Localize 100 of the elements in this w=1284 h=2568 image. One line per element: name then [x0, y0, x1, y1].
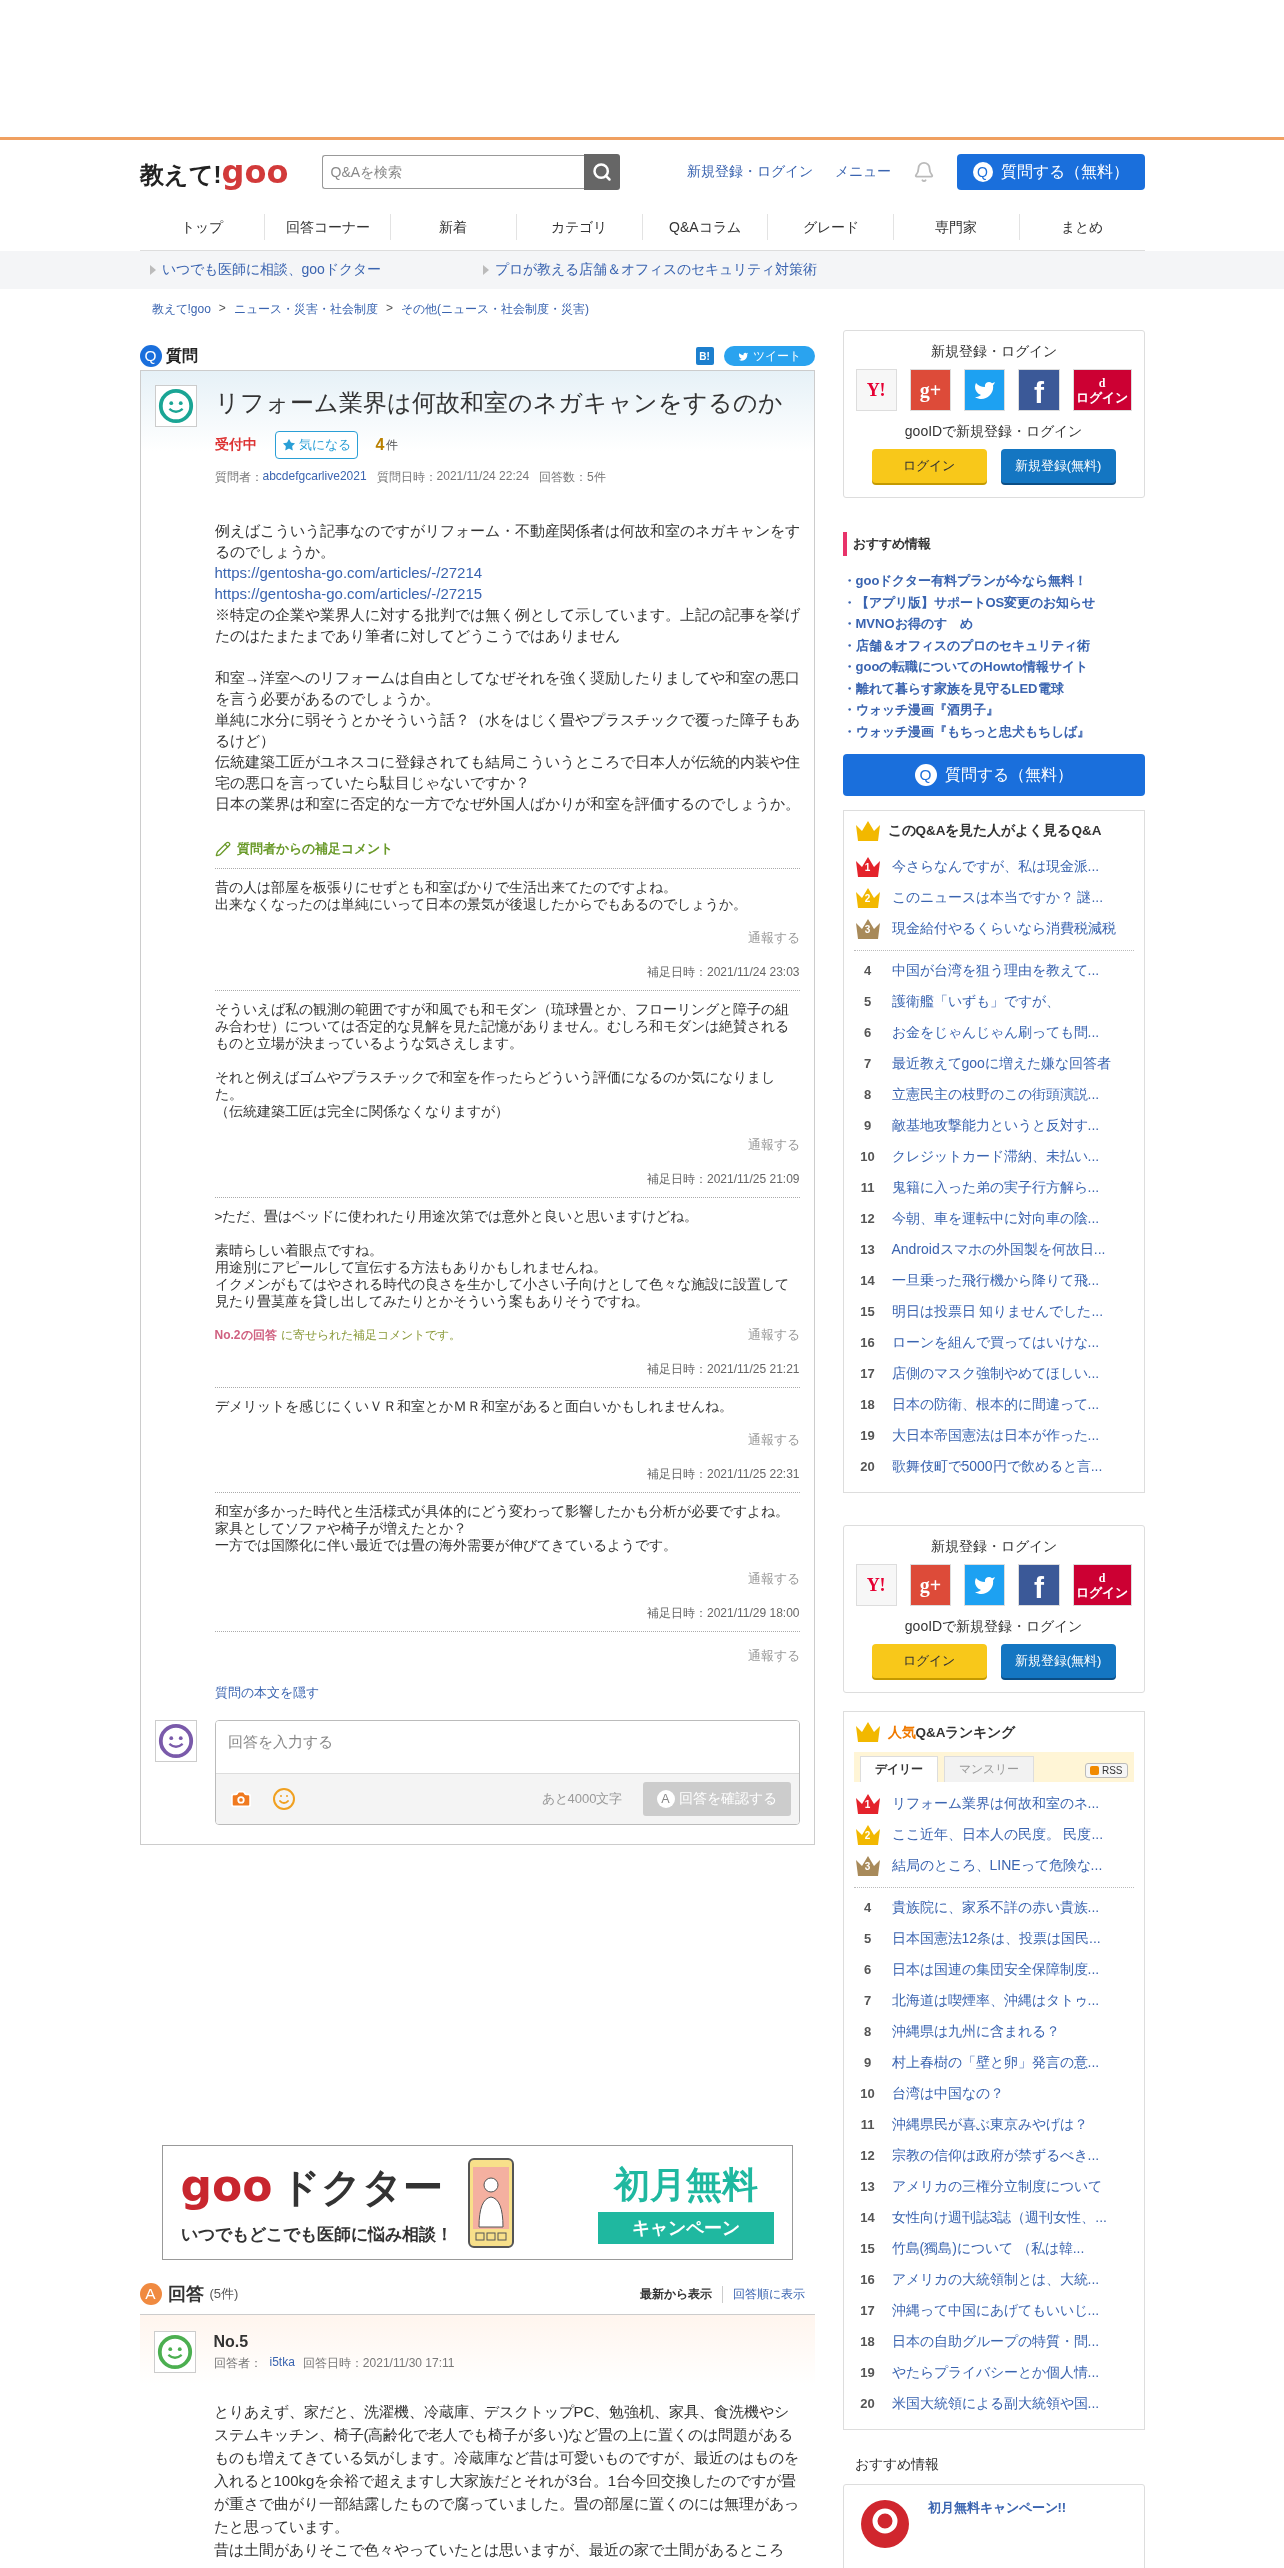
- nav-item[interactable]: まとめ: [1018, 214, 1145, 240]
- recommend-link[interactable]: ・店舗＆オフィスのプロのセキュリティ術: [842, 634, 1145, 656]
- yahoo-login-button[interactable]: Y!: [855, 369, 897, 411]
- recommend-link[interactable]: ・【アプリ版】サポートOS変更のお知らせ: [842, 591, 1145, 613]
- ranking-link[interactable]: 最近教えてgooに増えた嫌な回答者: [891, 1054, 1111, 1073]
- docomo-login-button[interactable]: d ログイン: [1072, 1564, 1132, 1606]
- ranking-link[interactable]: 竹島(獨島)について （私は韓...: [891, 2239, 1085, 2258]
- docomo-login-button[interactable]: d ログイン: [1072, 369, 1132, 411]
- recommend-title[interactable]: 初月無料キャンペーン!!: [927, 2499, 1067, 2568]
- nav-item[interactable]: 新着: [390, 214, 516, 240]
- promo-link[interactable]: プロが教える店舗＆オフィスのセキュリティ対策術: [494, 261, 817, 279]
- ranking-link[interactable]: 鬼籍に入った弟の実子行方解ら...: [891, 1178, 1100, 1197]
- ranking-link[interactable]: 歌舞伎町で5000円で飲めると言...: [891, 1457, 1103, 1476]
- ranking-link[interactable]: Androidスマホの外国製を何故日...: [891, 1240, 1106, 1259]
- ranking-link[interactable]: クレジットカード滞納、未払い...: [891, 1147, 1100, 1166]
- yahoo-login-button[interactable]: Y!: [855, 1564, 897, 1606]
- hide-question-link[interactable]: 質問の本文を隠す: [214, 1684, 800, 1702]
- ranking-link[interactable]: 日本の防衛、根本的に間違って...: [891, 1395, 1100, 1414]
- ranking-link[interactable]: 北海道は喫煙率、沖縄はタトゥ...: [891, 1991, 1100, 2010]
- recommend-card[interactable]: 初月無料キャンペーン!!: [842, 2484, 1145, 2568]
- smile-icon[interactable]: [271, 1787, 296, 1811]
- nav-item[interactable]: Q&Aコラム: [641, 214, 768, 240]
- search-field[interactable]: Q&Aを検索: [321, 155, 584, 189]
- header-link[interactable]: メニュー: [834, 163, 891, 181]
- question-text: 例えばこういう記事なのですがリフォーム・不動産関係者は何故和室のネガキャンをするのでしょうか。: [214, 521, 800, 562]
- nav-item[interactable]: 専門家: [893, 214, 1019, 240]
- register-button[interactable]: 新規登録(無料): [1000, 1644, 1116, 1678]
- ranking-link[interactable]: 村上春樹の「壁と卵」発言の意...: [891, 2053, 1100, 2072]
- breadcrumb-link[interactable]: その他(ニュース・社会制度・災害): [400, 301, 589, 318]
- ask-question-button[interactable]: Q 質問する（無料）: [956, 154, 1145, 190]
- ranking-link[interactable]: アメリカの三権分立制度について: [891, 2177, 1102, 2196]
- recommend-link[interactable]: ・離れて暮らす家族を見守るLED電球: [842, 677, 1145, 699]
- ranking-link[interactable]: 宗教の信仰は政府が禁ずるべき...: [891, 2146, 1100, 2165]
- ranking-link[interactable]: 米国大統領による副大統領や国...: [891, 2394, 1100, 2413]
- facebook-login-button[interactable]: f: [1018, 1564, 1060, 1606]
- register-button[interactable]: 新規登録(無料): [1000, 449, 1116, 483]
- twitter-login-button[interactable]: [964, 369, 1006, 411]
- ranking-link[interactable]: 台湾は中国なの？: [891, 2084, 1004, 2103]
- google-login-button[interactable]: g+: [909, 1564, 952, 1606]
- user-link[interactable]: i5tka: [269, 2355, 295, 2372]
- ranking-link[interactable]: お金をじゃんじゃん刷っても問...: [891, 1023, 1100, 1042]
- recommend-link[interactable]: ・gooの転職についてのHowto情報サイト: [842, 656, 1145, 678]
- ranking-tab[interactable]: デイリー: [859, 1756, 938, 1782]
- article-link[interactable]: https://gentosha-go.com/articles/-/27215: [214, 583, 800, 604]
- hatena-bookmark-button[interactable]: B!: [695, 347, 714, 365]
- ranking-link[interactable]: ここ近年、日本人の民度。 民度...: [891, 1825, 1104, 1844]
- ranking-link[interactable]: 一旦乗った飛行機から降りて飛...: [891, 1271, 1100, 1290]
- ranking-link[interactable]: 貴族院に、家系不詳の赤い貴族...: [891, 1898, 1100, 1917]
- recommend-link[interactable]: ・ウォッチ漫画『もちっと忠犬もちしば』: [842, 720, 1145, 742]
- rss-button[interactable]: RSS: [1084, 1763, 1128, 1778]
- ranking-link[interactable]: 沖縄って中国にあげてもいいじ...: [891, 2301, 1100, 2320]
- ranking-link[interactable]: 結局のところ、LINEって危険な...: [891, 1856, 1103, 1875]
- ranking-link[interactable]: 日本国憲法12条は、投票は国民...: [891, 1929, 1101, 1948]
- recommend-link[interactable]: ・MVNOお得のす め: [842, 613, 1145, 635]
- ranking-link[interactable]: 女性向け週刊誌3誌（週刊女性、...: [891, 2208, 1107, 2227]
- doctor-banner[interactable]: goo ドクター いつでもどこでも医師に悩み相談！ 初月無料 キャンペーン: [161, 2145, 793, 2260]
- ranking-link[interactable]: このニュースは本当ですか？ 謎...: [891, 888, 1104, 907]
- ranking-link[interactable]: 立憲民主の枝野のこの街頭演説...: [891, 1085, 1100, 1104]
- login-button[interactable]: ログイン: [871, 449, 987, 483]
- ranking-link[interactable]: 中国が台湾を狙う理由を教えて...: [891, 961, 1100, 980]
- search-button[interactable]: [583, 154, 620, 190]
- ranking-link[interactable]: 大日本帝国憲法は日本が作った...: [891, 1426, 1100, 1445]
- breadcrumb-link[interactable]: 教えて!goo: [151, 301, 211, 318]
- ranking-link[interactable]: ローンを組んで買ってはいけな...: [891, 1333, 1100, 1352]
- nav-item[interactable]: トップ: [139, 214, 265, 240]
- bell-icon[interactable]: [912, 161, 935, 183]
- google-login-button[interactable]: g+: [909, 369, 952, 411]
- facebook-login-button[interactable]: f: [1018, 369, 1060, 411]
- recommend-link[interactable]: ・ウォッチ漫画『酒男子』: [842, 699, 1145, 721]
- ranking-link[interactable]: 店側のマスク強制やめてほしい...: [891, 1364, 1100, 1383]
- ranking-link[interactable]: リフォーム業界は何故和室のネ...: [891, 1794, 1100, 1813]
- camera-icon[interactable]: [229, 1788, 252, 1810]
- ranking-link[interactable]: 日本は国連の集団安全保障制度...: [891, 1960, 1100, 1979]
- promo-link[interactable]: いつでも医師に相談、gooドクター: [161, 261, 381, 279]
- breadcrumb-link[interactable]: ニュース・災害・社会制度: [233, 301, 378, 318]
- article-link[interactable]: https://gentosha-go.com/articles/-/27214: [214, 562, 800, 583]
- header-link[interactable]: 新規登録・ログイン: [686, 163, 813, 181]
- ranking-link[interactable]: 日本の自助グループの特質・問...: [891, 2332, 1100, 2351]
- ranking-link[interactable]: 敵基地攻撃能力というと反対す...: [891, 1116, 1100, 1135]
- sort-link[interactable]: 回答順に表示: [721, 2285, 815, 2303]
- ranking-link[interactable]: 明日は投票日 知りませんでした...: [891, 1302, 1104, 1321]
- sort-link[interactable]: 最新から表示: [629, 2285, 722, 2303]
- ask-question-button[interactable]: Q 質問する（無料）: [842, 754, 1145, 796]
- nav-item[interactable]: カテゴリ: [515, 214, 642, 240]
- ranking-link[interactable]: 今朝、車を運転中に対向車の陰...: [891, 1209, 1100, 1228]
- twitter-login-button[interactable]: [964, 1564, 1006, 1606]
- answer-link[interactable]: No.2の回答: [214, 1327, 277, 1343]
- user-link[interactable]: abcdefgcarlive2021: [262, 469, 367, 486]
- ranking-link[interactable]: 沖縄県民が喜ぶ東京みやげは？: [891, 2115, 1088, 2134]
- ranking-link[interactable]: やたらプライバシーとか個人情...: [891, 2363, 1100, 2382]
- ranking-link[interactable]: 現金給付やるくらいなら消費税減税: [891, 919, 1116, 938]
- site-logo[interactable]: 教えて!goo: [139, 153, 308, 191]
- ranking-link[interactable]: 護衛艦「いずも」ですが、: [891, 992, 1060, 1011]
- recommend-link[interactable]: ・gooドクター有料プランが今なら無料！: [842, 570, 1145, 592]
- ranking-link[interactable]: 今さらなんですが、私は現金派...: [891, 857, 1100, 876]
- nav-item[interactable]: 回答コーナー: [264, 214, 390, 240]
- ranking-link[interactable]: アメリカの大統領制とは、大統...: [891, 2270, 1100, 2289]
- login-button[interactable]: ログイン: [871, 1644, 987, 1678]
- nav-item[interactable]: グレード: [767, 214, 893, 240]
- ranking-link[interactable]: 沖縄県は九州に含まれる？: [891, 2022, 1060, 2041]
